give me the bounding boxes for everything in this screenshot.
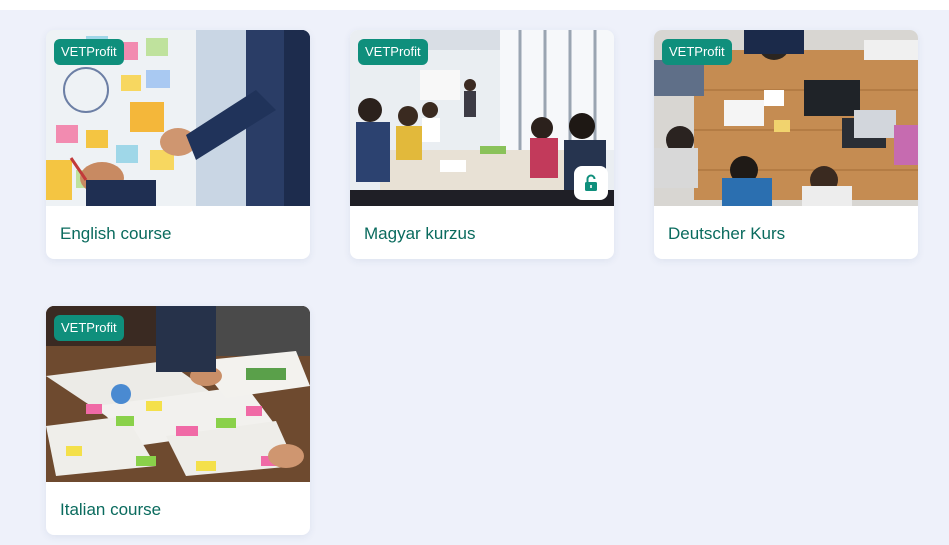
course-card-magyar[interactable]: VETProfit Magyar kurzus <box>350 30 614 259</box>
provider-badge: VETProfit <box>358 39 428 65</box>
unlock-icon[interactable] <box>574 166 608 200</box>
course-card-italian[interactable]: VETProfit Italian course <box>46 306 310 535</box>
course-thumbnail: VETProfit <box>350 30 614 206</box>
course-grid: VETProfit English course VETProfit Magya… <box>46 30 918 535</box>
provider-badge: VETProfit <box>54 39 124 65</box>
course-thumbnail: VETProfit <box>654 30 918 206</box>
course-card-english[interactable]: VETProfit English course <box>46 30 310 259</box>
top-strip <box>0 0 949 10</box>
course-card-deutsch[interactable]: VETProfit Deutscher Kurs <box>654 30 918 259</box>
course-title[interactable]: Deutscher Kurs <box>668 224 785 244</box>
course-title[interactable]: Italian course <box>60 500 161 520</box>
course-thumbnail: VETProfit <box>46 30 310 206</box>
provider-badge: VETProfit <box>54 315 124 341</box>
provider-badge: VETProfit <box>662 39 732 65</box>
course-list-page: VETProfit English course VETProfit Magya… <box>0 0 949 545</box>
course-thumbnail: VETProfit <box>46 306 310 482</box>
course-title[interactable]: English course <box>60 224 172 244</box>
course-title[interactable]: Magyar kurzus <box>364 224 475 244</box>
